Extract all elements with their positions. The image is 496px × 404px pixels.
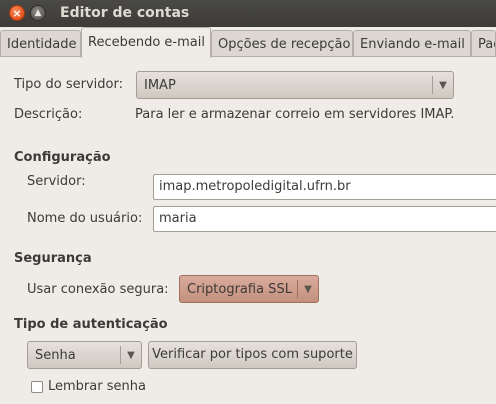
remember-password-checkbox[interactable] bbox=[31, 381, 43, 393]
tab-identidade[interactable]: Identidade bbox=[0, 30, 81, 57]
secure-connection-label: Usar conexão segura: bbox=[27, 282, 169, 297]
remember-password-label[interactable]: Lembrar senha bbox=[48, 379, 146, 394]
chevron-up-icon: ▲ bbox=[34, 7, 42, 18]
tab-padroes[interactable]: Pad bbox=[471, 30, 496, 57]
window-title: Editor de contas bbox=[60, 5, 190, 21]
chevron-down-icon: ▼ bbox=[127, 349, 135, 361]
username-label: Nome do usuário: bbox=[27, 211, 143, 226]
tab-recebendo-email[interactable]: Recebendo e-mail bbox=[81, 27, 211, 58]
secure-connection-value: Criptografia SSL bbox=[187, 281, 292, 297]
auth-heading: Tipo de autenticação bbox=[14, 317, 168, 332]
server-type-select[interactable]: IMAP ▼ bbox=[136, 71, 454, 99]
description-label: Descrição: bbox=[14, 107, 83, 122]
description-text: Para ler e armazenar correio em servidor… bbox=[135, 107, 455, 122]
username-input[interactable]: maria bbox=[153, 206, 496, 232]
tab-divider bbox=[0, 56, 496, 57]
tab-opcoes-recepcao[interactable]: Opções de recepção bbox=[211, 30, 353, 57]
title-bar: × ▲ Editor de contas bbox=[0, 0, 496, 27]
server-type-value: IMAP bbox=[144, 77, 176, 93]
maximize-window-button[interactable]: ▲ bbox=[30, 5, 46, 21]
tab-enviando-email[interactable]: Enviando e-mail bbox=[353, 30, 471, 57]
secure-connection-select[interactable]: Criptografia SSL ▼ bbox=[179, 275, 319, 303]
tab-bar: Identidade Recebendo e-mail Opções de re… bbox=[0, 27, 496, 58]
chevron-down-icon: ▼ bbox=[304, 283, 312, 295]
server-type-label: Tipo do servidor: bbox=[14, 77, 123, 92]
server-label: Servidor: bbox=[27, 174, 86, 189]
chevron-down-icon: ▼ bbox=[439, 79, 447, 91]
security-heading: Segurança bbox=[14, 251, 92, 266]
configuration-heading: Configuração bbox=[14, 150, 111, 165]
check-supported-types-button[interactable]: Verificar por tipos com suporte bbox=[148, 341, 357, 369]
close-window-button[interactable]: × bbox=[9, 5, 25, 21]
server-input[interactable]: imap.metropoledigital.ufrn.br bbox=[153, 174, 496, 200]
close-icon: × bbox=[12, 6, 22, 20]
auth-method-select[interactable]: Senha ▼ bbox=[27, 341, 142, 369]
auth-method-value: Senha bbox=[35, 347, 76, 363]
